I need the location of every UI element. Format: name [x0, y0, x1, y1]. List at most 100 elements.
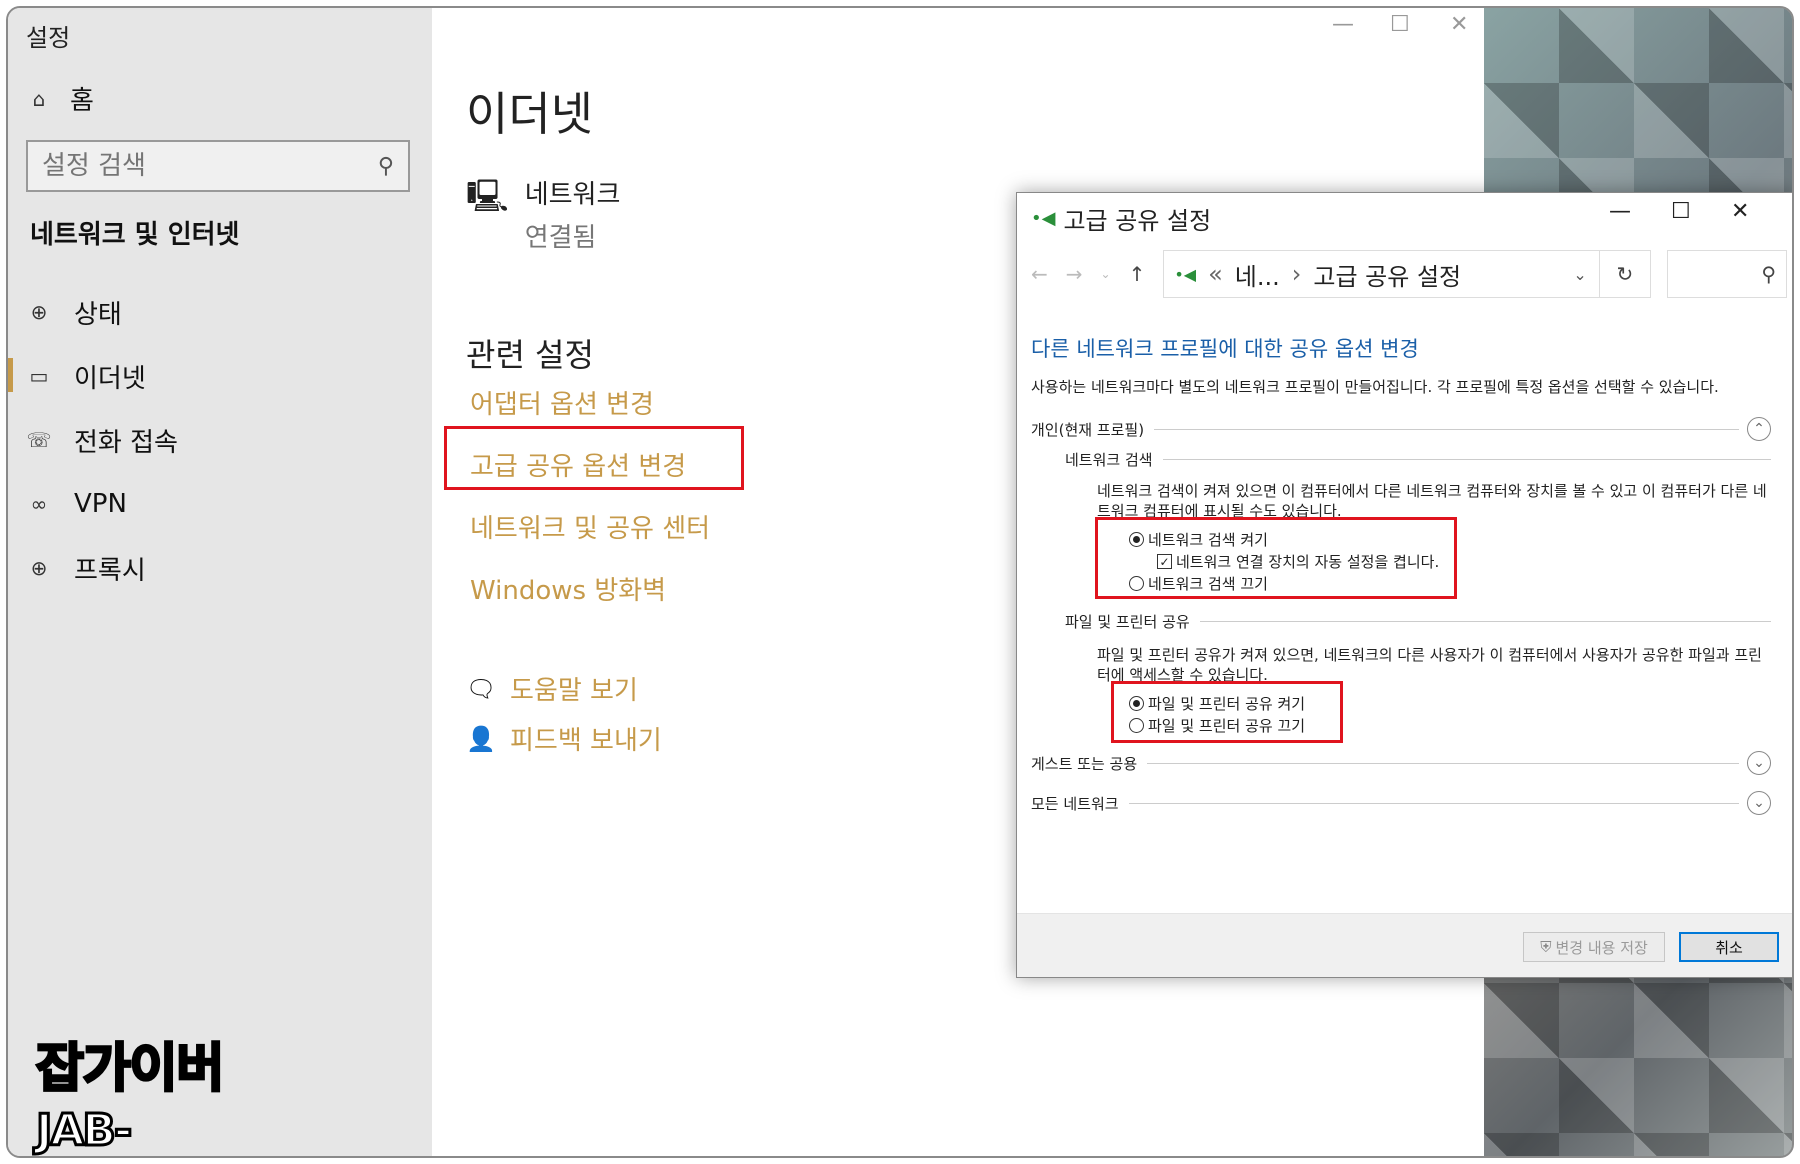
sidebar-item-vpn[interactable]: ∞ VPN: [8, 472, 432, 536]
ethernet-icon: ▭: [29, 364, 49, 388]
globe-status-icon: ⊕: [30, 300, 48, 324]
dialog-title-bar: •◀ 고급 공유 설정: [1031, 201, 1211, 236]
discovery-off-label: 네트워크 검색 끄기: [1148, 575, 1268, 593]
address-network-icon: •◀: [1174, 264, 1197, 284]
page-title: 이더넷: [466, 87, 593, 141]
refresh-button[interactable]: ↻: [1599, 250, 1652, 298]
profile-private-header[interactable]: 개인(현재 프로필) ⌃: [1031, 417, 1771, 441]
file-sharing-off-option[interactable]: 파일 및 프린터 공유 끄기: [1129, 715, 1305, 736]
sidebar-item-label: 이더넷: [74, 363, 146, 394]
dialup-icon: ☏: [26, 428, 52, 452]
discovery-on-option[interactable]: 네트워크 검색 켜기: [1129, 529, 1268, 550]
chevron-down-icon[interactable]: ⌄: [1747, 791, 1771, 815]
related-settings-title: 관련 설정: [466, 336, 594, 374]
advanced-sharing-dialog: •◀ 고급 공유 설정 — ☐ ✕ ← → ⌄ ↑ •◀ « 네... › 고급…: [1016, 192, 1792, 978]
sidebar-item-ethernet[interactable]: ▭ 이더넷: [8, 344, 432, 408]
breadcrumb-prefix: «: [1208, 260, 1223, 288]
discovery-on-label: 네트워크 검색 켜기: [1148, 531, 1268, 549]
dialog-minimize-button[interactable]: —: [1609, 199, 1631, 224]
feedback-link[interactable]: 👤 피드백 보내기: [466, 720, 662, 757]
file-sharing-text: 파일 및 프린터 공유가 켜져 있으면, 네트워크의 다른 사용자가 이 컴퓨터…: [1097, 646, 1762, 684]
settings-search-input[interactable]: [42, 151, 342, 181]
up-arrow-icon[interactable]: ↑: [1129, 262, 1146, 286]
dialog-maximize-button[interactable]: ☐: [1671, 199, 1691, 224]
adapter-options-link[interactable]: 어댑터 옵션 변경: [470, 384, 654, 421]
profile-guest-header[interactable]: 게스트 또는 공용 ⌄: [1031, 751, 1771, 775]
advanced-sharing-link[interactable]: 고급 공유 옵션 변경: [470, 446, 686, 483]
search-icon: ⚲: [1761, 262, 1777, 286]
file-sharing-on-option[interactable]: 파일 및 프린터 공유 켜기: [1129, 693, 1305, 714]
windows-firewall-link[interactable]: Windows 방화벽: [470, 570, 666, 607]
chevron-up-icon[interactable]: ⌃: [1747, 417, 1771, 441]
home-label: 홈: [70, 86, 94, 116]
network-sharing-center-link[interactable]: 네트워크 및 공유 센터: [470, 508, 710, 545]
sidebar-item-label: 전화 접속: [74, 427, 178, 458]
network-discovery-title: 네트워크 검색: [1065, 451, 1153, 469]
file-sharing-on-label: 파일 및 프린터 공유 켜기: [1148, 695, 1306, 713]
file-sharing-off-radio[interactable]: [1129, 718, 1144, 733]
forward-arrow-icon[interactable]: →: [1066, 262, 1083, 286]
save-changes-button[interactable]: ⛨ 변경 내용 저장: [1523, 932, 1665, 962]
dialog-description: 사용하는 네트워크마다 별도의 네트워크 프로필이 만들어집니다. 각 프로필에…: [1031, 378, 1719, 396]
back-arrow-icon[interactable]: ←: [1031, 262, 1048, 286]
recent-chevron-icon[interactable]: ⌄: [1101, 267, 1111, 281]
sidebar-item-label: 프록시: [74, 555, 146, 586]
refresh-icon: ↻: [1616, 262, 1634, 286]
divider: [1199, 621, 1771, 622]
discovery-off-option[interactable]: 네트워크 검색 끄기: [1129, 573, 1268, 594]
dialog-close-button[interactable]: ✕: [1731, 199, 1749, 224]
auto-setup-label: 네트워크 연결 장치의 자동 설정을 켭니다.: [1176, 553, 1440, 571]
profile-all-label: 모든 네트워크: [1031, 794, 1119, 813]
maximize-button[interactable]: ☐: [1390, 12, 1410, 37]
home-nav-item[interactable]: ⌂ 홈: [26, 80, 94, 117]
chevron-down-icon[interactable]: ⌄: [1747, 751, 1771, 775]
auto-setup-checkbox[interactable]: ✓: [1157, 554, 1172, 569]
address-box[interactable]: •◀ « 네... › 고급 공유 설정 ⌄: [1163, 250, 1600, 298]
divider: [1162, 459, 1771, 460]
help-label: 도움말 보기: [510, 676, 638, 706]
network-share-icon: •◀: [1031, 208, 1056, 229]
network-status[interactable]: 🖳 네트워크 연결됨: [466, 174, 620, 254]
address-bar-row: ← → ⌄ ↑ •◀ « 네... › 고급 공유 설정 ⌄ ↻ ⚲: [1031, 249, 1788, 299]
auto-setup-option[interactable]: ✓ 네트워크 연결 장치의 자동 설정을 켭니다.: [1157, 551, 1439, 572]
sidebar-item-proxy[interactable]: ⊕ 프록시: [8, 536, 432, 600]
address-dropdown-icon[interactable]: ⌄: [1573, 265, 1586, 284]
network-computer-icon: 🖳: [466, 177, 509, 215]
dialog-search-box[interactable]: ⚲: [1667, 250, 1788, 298]
breadcrumb-parent[interactable]: 네...: [1235, 257, 1280, 292]
sidebar-item-status[interactable]: ⊕ 상태: [8, 280, 432, 344]
help-link[interactable]: 🗨 도움말 보기: [466, 670, 638, 707]
app-title: 설정: [26, 24, 71, 52]
profile-all-header[interactable]: 모든 네트워크 ⌄: [1031, 791, 1771, 815]
minimize-button[interactable]: —: [1332, 12, 1354, 37]
watermark-title: 잡가이버: [35, 1038, 226, 1101]
network-connection-status: 연결됨: [524, 223, 597, 253]
sidebar-item-dialup[interactable]: ☏ 전화 접속: [8, 408, 432, 472]
settings-sidebar: 설정 ⌂ 홈 ⚲ 네트워크 및 인터넷 ⊕ 상태 ▭ 이더넷 ☏ 전화 접속 ∞: [8, 8, 432, 1157]
save-changes-label: 변경 내용 저장: [1555, 938, 1648, 957]
section-title: 네트워크 및 인터넷: [30, 220, 240, 250]
discovery-on-radio[interactable]: [1129, 532, 1144, 547]
divider: [1154, 428, 1739, 430]
watermark: 잡가이버 JAB-GUYVER.CO.KR: [35, 1026, 432, 1157]
network-discovery-text: 네트워크 검색이 켜져 있으면 이 컴퓨터에서 다른 네트워크 컴퓨터와 장치를…: [1097, 482, 1767, 520]
dialog-footer: ⛨ 변경 내용 저장 취소: [1017, 913, 1792, 977]
sidebar-nav: ⊕ 상태 ▭ 이더넷 ☏ 전화 접속 ∞ VPN ⊕ 프록시: [8, 280, 432, 600]
discovery-off-radio[interactable]: [1129, 576, 1144, 591]
profile-guest-label: 게스트 또는 공용: [1031, 754, 1138, 773]
breadcrumb-current[interactable]: 고급 공유 설정: [1313, 257, 1461, 292]
close-button[interactable]: ✕: [1450, 12, 1468, 37]
divider: [1147, 762, 1739, 764]
cancel-button[interactable]: 취소: [1679, 932, 1779, 962]
globe-icon: ⊕: [30, 556, 48, 580]
file-sharing-on-radio[interactable]: [1129, 696, 1144, 711]
network-discovery-header: 네트워크 검색: [1065, 449, 1771, 470]
cancel-label: 취소: [1715, 938, 1743, 957]
file-sharing-header: 파일 및 프린터 공유: [1065, 611, 1771, 632]
settings-search-box[interactable]: ⚲: [26, 140, 410, 192]
sidebar-item-label: 상태: [74, 299, 122, 330]
vpn-icon: ∞: [30, 492, 48, 516]
watermark-url: JAB-GUYVER.CO.KR: [35, 1104, 389, 1157]
shield-icon: ⛨: [1540, 938, 1552, 956]
feedback-person-icon: 👤: [466, 724, 496, 753]
